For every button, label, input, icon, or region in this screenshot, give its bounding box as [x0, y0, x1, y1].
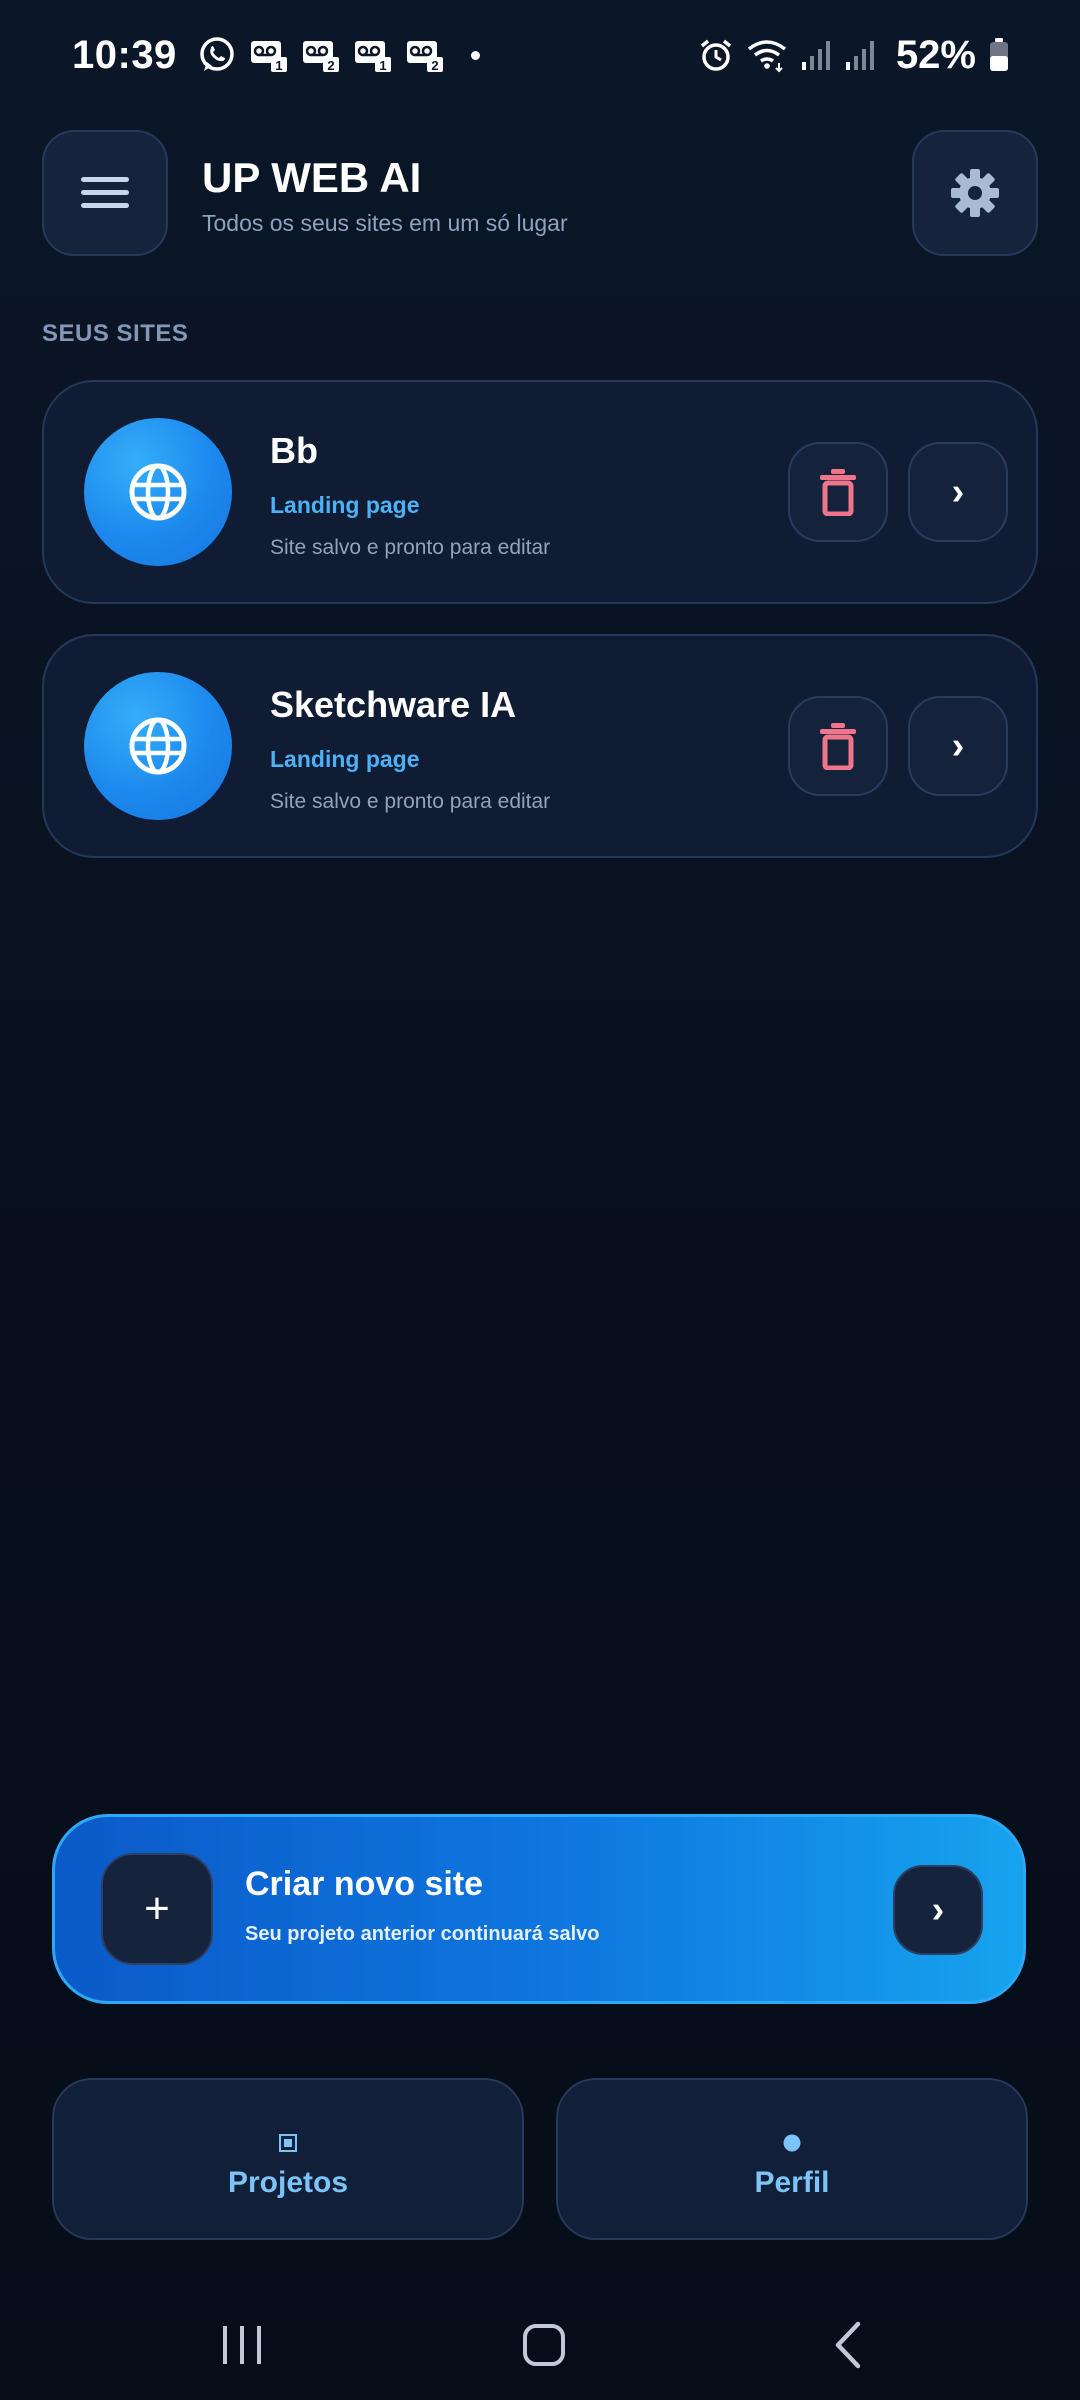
site-status: Site salvo e pronto para editar	[270, 536, 551, 559]
chevron-right-icon: ›	[951, 471, 965, 513]
tab-perfil[interactable]: Perfil	[556, 2078, 1028, 2240]
gear-icon	[951, 169, 999, 217]
battery-icon	[988, 37, 1010, 73]
globe-icon	[129, 717, 187, 775]
open-site-button[interactable]: ›	[908, 696, 1008, 796]
status-bar-right: 52%	[698, 33, 1010, 78]
site-name: Bb	[270, 430, 318, 471]
settings-button[interactable]	[912, 130, 1038, 256]
app-title: UP WEB AI	[202, 154, 422, 201]
voicemail-badge: 1	[379, 58, 386, 73]
hamburger-icon	[81, 177, 129, 208]
trash-icon	[820, 469, 856, 516]
voicemail-badge: 2	[327, 58, 334, 73]
site-status: Site salvo e pronto para editar	[270, 790, 551, 813]
site-type: Landing page	[270, 746, 420, 772]
back-icon	[835, 2321, 861, 2369]
voicemail-icon: 2	[301, 37, 341, 73]
delete-site-button[interactable]	[788, 442, 888, 542]
system-nav-bar	[0, 2290, 1080, 2400]
voicemail-icon: 2	[405, 37, 445, 73]
create-site-subtitle: Seu projeto anterior continuará salvo	[245, 1923, 600, 1945]
site-name: Sketchware IA	[270, 684, 517, 725]
projects-icon	[279, 2134, 297, 2152]
back-button[interactable]	[808, 2310, 888, 2380]
notification-dot-icon	[470, 50, 480, 60]
recent-apps-button[interactable]	[202, 2310, 282, 2380]
status-bar: 10:39 1 2 1 2 52%	[0, 0, 1080, 110]
site-type: Landing page	[270, 492, 420, 518]
tab-projetos[interactable]: Projetos	[52, 2078, 524, 2240]
create-site-title: Criar novo site	[245, 1865, 484, 1903]
voicemail-badge: 2	[431, 58, 438, 73]
voicemail-badge: 1	[275, 58, 282, 73]
profile-icon	[783, 2134, 801, 2152]
create-site-button[interactable]: + Criar novo site Seu projeto anterior c…	[52, 1814, 1026, 2004]
whatsapp-icon	[197, 35, 237, 75]
voicemail-icon: 1	[353, 37, 393, 73]
chevron-right-icon: ›	[931, 1889, 945, 1931]
open-site-button[interactable]: ›	[908, 442, 1008, 542]
site-avatar	[84, 418, 232, 566]
site-card[interactable]: Sketchware IA Landing page Site salvo e …	[42, 634, 1038, 858]
app-header: UP WEB AI Todos os seus sites em um só l…	[42, 130, 1038, 256]
chevron-right-icon: ›	[951, 725, 965, 767]
battery-percent: 52%	[895, 32, 976, 77]
signal-icon	[844, 38, 876, 72]
screen: 10:39 1 2 1 2 52% UP WEB AI Todos os seu…	[0, 0, 1080, 2400]
site-avatar	[84, 672, 232, 820]
menu-button[interactable]	[42, 130, 168, 256]
status-bar-left: 10:39 1 2 1 2	[72, 33, 480, 78]
tab-label: Perfil	[754, 2166, 830, 2199]
voicemail-icon: 1	[249, 37, 289, 73]
trash-icon	[820, 723, 856, 770]
home-icon	[523, 2324, 565, 2366]
delete-site-button[interactable]	[788, 696, 888, 796]
signal-icon	[800, 38, 832, 72]
app-subtitle: Todos os seus sites em um só lugar	[202, 210, 568, 236]
create-site-go-button[interactable]: ›	[893, 1865, 983, 1955]
globe-icon	[129, 463, 187, 521]
status-time: 10:39	[72, 32, 177, 77]
tab-label: Projetos	[227, 2166, 349, 2199]
site-card[interactable]: Bb Landing page Site salvo e pronto para…	[42, 380, 1038, 604]
alarm-icon	[698, 37, 734, 73]
plus-icon: +	[101, 1853, 213, 1965]
section-label: SEUS SITES	[42, 320, 189, 347]
recent-apps-icon	[223, 2326, 261, 2364]
wifi-icon	[746, 37, 788, 73]
home-button[interactable]	[504, 2310, 584, 2380]
